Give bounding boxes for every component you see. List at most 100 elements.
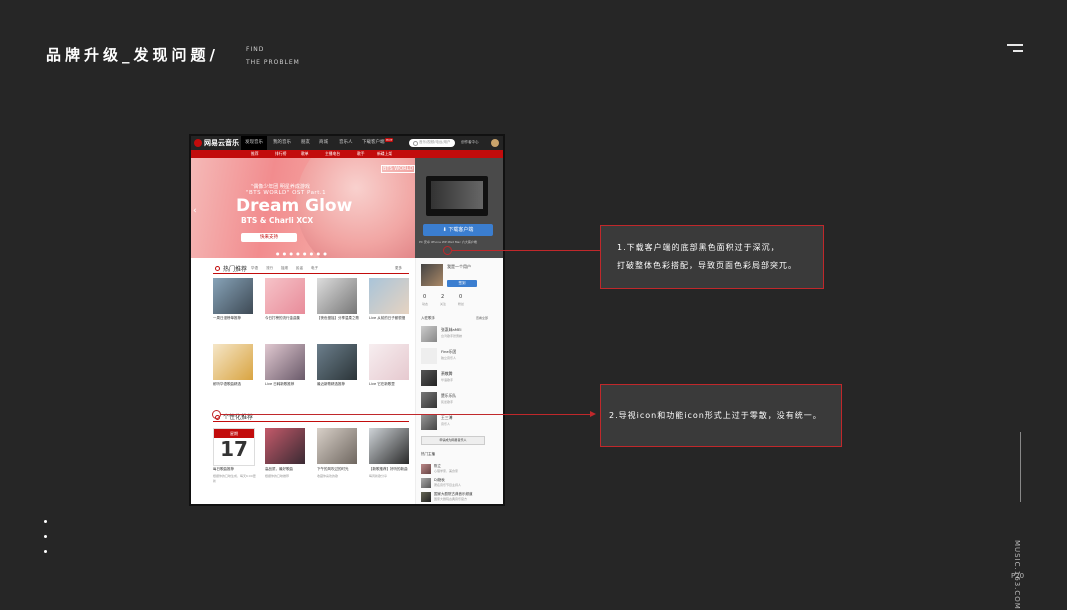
playlist-caption[interactable]: Live 日韩新歌推荐 <box>265 382 309 387</box>
playlist-cover[interactable] <box>317 344 357 380</box>
personal-subcaption: 收藏你喜欢的歌 <box>317 474 339 478</box>
personal-caption[interactable]: 高品质，最好歌曲 <box>265 467 309 472</box>
nav-item-friends[interactable]: 朋友 <box>301 139 310 145</box>
subtitle-line-1: FIND <box>246 46 265 53</box>
singer-item[interactable]: 张惠妹aMEI 台湾歌手张惠妹 <box>421 326 489 342</box>
singer-desc: 独立音乐人 <box>441 356 457 360</box>
singer-photo <box>421 392 437 408</box>
download-button-label: 下载客户端 <box>448 227 474 233</box>
sidebar-user-name[interactable]: 我是一个用户 <box>447 264 471 270</box>
dj-desc: 著名音乐节目主持人 <box>434 483 462 487</box>
singer-item[interactable]: 赞乐乐队 民谣歌手 <box>421 392 489 408</box>
dot-indicators <box>44 520 47 565</box>
annotation-arrow-2 <box>590 411 596 417</box>
dj-photo <box>421 478 431 488</box>
playlist-cover[interactable] <box>265 344 305 380</box>
logo-icon <box>194 139 202 147</box>
creator-center-link[interactable]: 创作者中心 <box>461 140 479 145</box>
hot-tab-4[interactable]: 民谣 <box>296 266 303 271</box>
playlist-cover[interactable] <box>317 278 357 314</box>
singer-name: 赞乐乐队 <box>441 393 457 398</box>
user-cover[interactable] <box>421 264 443 286</box>
banner-support-button[interactable]: 快来支持 <box>241 233 297 242</box>
sub-nav <box>191 150 503 158</box>
page-number: P20 <box>1011 572 1025 580</box>
singer-name: 王三溥 <box>441 415 453 420</box>
nav-item-my-music[interactable]: 我的音乐 <box>273 139 291 145</box>
banner-prev-icon[interactable]: ‹ <box>193 206 197 216</box>
download-platforms: PC 安卓 iPhone WP iPad Mac 六大客户端 <box>419 240 477 244</box>
annotation-connector-2 <box>221 414 591 415</box>
personal-caption[interactable]: 【新歌推荐】好听的新曲 <box>369 467 413 472</box>
singer-name: Fine乐团 <box>441 349 457 354</box>
playlist-cover[interactable] <box>213 278 253 314</box>
stat-label: 粉丝 <box>458 302 465 306</box>
playlist-cover[interactable] <box>213 344 253 380</box>
banner-page-dots[interactable]: ● ● ● ● ● ● ● ● <box>276 251 328 256</box>
playlist-caption[interactable]: 【夜色慢摇】分享温柔之歌 <box>317 316 361 321</box>
hero-banner[interactable]: "偶像少年团 明星养成游戏 "BTS WORLD" OST Part.1 Dre… <box>191 158 415 258</box>
subnav-item-new-albums[interactable]: 新碟上架 <box>377 151 392 157</box>
stat-label: 动态 <box>422 302 429 306</box>
personal-caption[interactable]: 下午的风吹过的时光 <box>317 467 361 472</box>
singer-item[interactable]: Fine乐团 独立音乐人 <box>421 348 489 364</box>
page-subtitle: FIND THE PROBLEM <box>246 43 300 69</box>
banner-line-1: "偶像少年团 明星养成游戏 <box>251 184 310 190</box>
playlist-cover[interactable] <box>369 278 409 314</box>
subnav-item-radio[interactable]: 主播电台 <box>325 151 340 157</box>
playlist-cover[interactable] <box>265 428 305 464</box>
playlist-cover[interactable] <box>369 428 409 464</box>
apply-musician-button[interactable]: 申请成为网易音乐人 <box>421 436 485 445</box>
personal-caption[interactable]: 每日歌曲推荐 <box>213 467 257 472</box>
playlist-caption[interactable]: 今日打榜的流行金曲集 <box>265 316 309 321</box>
singer-photo <box>421 348 437 364</box>
dj-photo <box>421 464 431 474</box>
subnav-item-recommend[interactable]: 推荐 <box>251 151 259 157</box>
singer-item[interactable]: 萧敬腾 华语歌手 <box>421 370 489 386</box>
playlist-caption[interactable]: Live 从前的日子都很慢 <box>369 316 413 321</box>
singer-item[interactable]: 王三溥 音乐人 <box>421 414 489 430</box>
daily-calendar-card[interactable]: 星期 17 <box>213 428 255 466</box>
user-avatar[interactable] <box>491 139 499 147</box>
signin-button[interactable]: 签到 <box>447 280 477 287</box>
singers-more-link[interactable]: 查看全部 <box>476 316 488 320</box>
logo-text: 网易云音乐 <box>204 139 239 147</box>
personal-subcaption: 根据你的口味推荐 <box>265 474 290 478</box>
singer-desc: 华语歌手 <box>441 378 454 382</box>
nav-item-download[interactable]: 下载客户端 <box>362 139 385 145</box>
playlist-caption[interactable]: Live 它在新歌里 <box>369 382 413 387</box>
nav-item-musician[interactable]: 音乐人 <box>339 139 353 145</box>
subnav-item-charts[interactable]: 排行榜 <box>275 151 286 157</box>
playlist-cover[interactable] <box>265 278 305 314</box>
device-screen <box>431 181 483 209</box>
stat-value: 0 <box>423 294 427 300</box>
nav-item-discover[interactable]: 发现音乐 <box>245 139 263 145</box>
website-screenshot: 网易云音乐 发现音乐 我的音乐 朋友 商城 音乐人 下载客户端 HOT 音乐/视… <box>189 134 505 506</box>
dj-title: 热门主播 <box>421 452 435 456</box>
annotation-1-line-1: 1.下载客户端的底部黑色面积过于深沉， <box>617 243 780 252</box>
playlist-caption[interactable]: 耐听华语歌曲精选 <box>213 382 257 387</box>
hot-tab-5[interactable]: 电子 <box>311 266 318 271</box>
playlist-cover[interactable] <box>317 428 357 464</box>
calendar-day: 17 <box>220 437 248 461</box>
subnav-item-singers[interactable]: 歌手 <box>357 151 365 157</box>
personal-subcaption: 根据你的口味生成，每天6:00更新 <box>213 474 256 483</box>
dj-item[interactable]: DJ艳秋 著名音乐节目主持人 <box>421 478 491 488</box>
playlist-caption[interactable]: 一周日漫榜单推荐 <box>213 316 257 321</box>
personal-section-rule <box>213 421 409 422</box>
dj-item[interactable]: 国家大剧院古典音乐频道 国家大剧院古典音乐官方 <box>421 492 491 502</box>
nav-item-store[interactable]: 商城 <box>319 139 328 145</box>
menu-icon[interactable] <box>1007 44 1023 53</box>
playlist-cover[interactable] <box>369 344 409 380</box>
annotation-2-line-1: 2.导视icon和功能icon形式上过于零散，没有统一。 <box>609 411 822 420</box>
subnav-item-playlists[interactable]: 歌单 <box>301 151 309 157</box>
dj-item[interactable]: 陈立 心理学家、美食家 <box>421 464 491 474</box>
playlist-caption[interactable]: 最近新歌精选推荐 <box>317 382 361 387</box>
hot-tab-2[interactable]: 流行 <box>266 266 273 271</box>
hot-tab-3[interactable]: 摇滚 <box>281 266 288 271</box>
hot-tab-1[interactable]: 华语 <box>251 266 258 271</box>
hot-more-link[interactable]: 更多 <box>395 266 402 271</box>
download-client-button[interactable]: ⬇ 下载客户端 <box>423 224 493 236</box>
search-placeholder: 音乐/视频/电台/用户 <box>419 140 451 144</box>
dj-desc: 国家大剧院古典音乐官方 <box>434 497 468 501</box>
